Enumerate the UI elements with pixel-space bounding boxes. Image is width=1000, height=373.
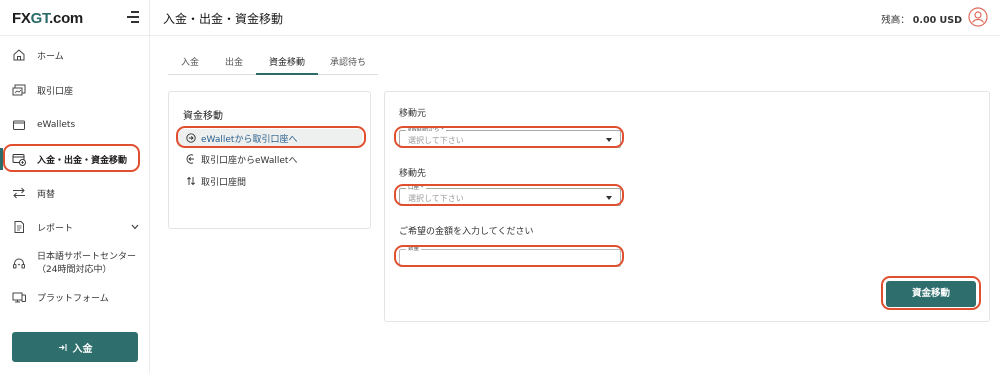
amount-field-label: 数量	[406, 244, 422, 252]
arrow-left-circle-icon	[186, 154, 194, 164]
support-label-line2: （24時間対応中）	[37, 265, 112, 275]
from-section-label: 移動元	[399, 109, 427, 119]
transfer-submit-button[interactable]: 資金移動	[886, 281, 976, 307]
option-label: 取引口座間	[201, 177, 247, 188]
sidebar-item-label: eWallets	[37, 120, 76, 130]
sidebar-item-report[interactable]: レポート	[0, 210, 150, 244]
sidebar-item-platform[interactable]: プラットフォーム	[0, 280, 150, 314]
tab-deposit[interactable]: 入金	[168, 53, 212, 75]
menu-toggle-icon[interactable]	[127, 11, 139, 24]
option-between-accounts[interactable]: 取引口座間	[177, 172, 246, 190]
option-account-to-ewallet[interactable]: 取引口座からeWalletへ	[177, 150, 297, 168]
transfer-card-icon	[12, 154, 26, 166]
logo-row: FXGT.com	[0, 0, 150, 36]
to-account-select[interactable]: 口座 * 選択して下さい	[399, 183, 621, 206]
sidebar-item-label: 日本語サポートセンター （24時間対応中）	[37, 251, 136, 277]
caret-down-icon	[606, 138, 612, 142]
sidebar-item-exchange[interactable]: 両替	[0, 176, 150, 210]
sidebar-item-label: レポート	[37, 223, 74, 234]
tab-bar: 入金 出金 資金移動 承認待ち	[168, 53, 378, 75]
wallet-icon	[13, 120, 25, 130]
arrow-right-circle-icon	[186, 133, 196, 143]
sidebar-item-ewallets[interactable]: eWallets	[0, 108, 150, 142]
transfer-panel-title: 資金移動	[183, 111, 223, 122]
sidebar: FXGT.com ホーム 取引口座 eWallets 入金・出金・資金移動 両替…	[0, 0, 150, 373]
balance-amount: 0.00 USD	[912, 15, 962, 26]
sidebar-item-label: 両替	[37, 189, 56, 200]
chevron-down-icon	[131, 224, 139, 230]
transfer-form-panel: 移動元 eWalletから * 選択して下さい 移動先 口座 * 選択して下さい…	[384, 91, 990, 322]
logo[interactable]: FXGT.com	[12, 10, 83, 27]
option-label: 取引口座からeWalletへ	[201, 155, 298, 166]
support-label-line1: 日本語サポートセンター	[37, 252, 137, 262]
sidebar-item-support-center[interactable]: 日本語サポートセンター （24時間対応中）	[0, 244, 150, 284]
report-icon	[14, 221, 24, 233]
sidebar-item-trading-account[interactable]: 取引口座	[0, 73, 150, 107]
sidebar-item-deposit-withdraw-transfer[interactable]: 入金・出金・資金移動	[0, 142, 150, 176]
to-field-label: 口座 *	[406, 183, 426, 191]
exchange-icon	[13, 187, 25, 199]
amount-input[interactable]: 数量	[399, 244, 621, 267]
sidebar-item-home[interactable]: ホーム	[0, 38, 150, 72]
sidebar-item-label: プラットフォーム	[37, 293, 109, 304]
option-label: eWalletから取引口座へ	[201, 134, 298, 145]
amount-section-label: ご希望の金額を入力してください	[399, 227, 534, 237]
option-ewallet-to-account[interactable]: eWalletから取引口座へ	[177, 129, 362, 147]
sidebar-item-label: 入金・出金・資金移動	[37, 155, 128, 166]
from-field-label: eWalletから *	[406, 125, 446, 133]
to-placeholder: 選択して下さい	[408, 194, 464, 203]
swap-vertical-icon	[186, 176, 196, 186]
home-icon	[13, 49, 25, 61]
tab-pending[interactable]: 承認待ち	[318, 53, 378, 75]
user-avatar-icon[interactable]	[968, 7, 988, 27]
from-placeholder: 選択して下さい	[408, 136, 464, 145]
login-arrow-icon	[58, 343, 67, 351]
deposit-button-label: 入金	[72, 343, 93, 355]
platform-icon	[12, 292, 26, 303]
sidebar-item-label: 取引口座	[37, 86, 74, 97]
to-section-label: 移動先	[399, 169, 427, 179]
caret-down-icon	[606, 196, 612, 200]
sidebar-deposit-button[interactable]: 入金	[12, 332, 138, 362]
transfer-type-panel: 資金移動 eWalletから取引口座へ 取引口座からeWalletへ 取引口座間	[168, 91, 371, 229]
top-header: 入金・出金・資金移動 残高： 0.00 USD	[150, 0, 1000, 36]
balance-display: 残高： 0.00 USD	[881, 12, 962, 26]
page-title: 入金・出金・資金移動	[163, 12, 284, 26]
support-headset-icon	[13, 258, 25, 269]
balance-label: 残高：	[881, 15, 910, 26]
tab-transfer[interactable]: 資金移動	[256, 53, 318, 75]
from-ewallet-select[interactable]: eWalletから * 選択して下さい	[399, 125, 621, 148]
trading-account-icon	[12, 84, 26, 96]
tab-withdraw[interactable]: 出金	[212, 53, 256, 75]
sidebar-item-label: ホーム	[37, 51, 64, 62]
